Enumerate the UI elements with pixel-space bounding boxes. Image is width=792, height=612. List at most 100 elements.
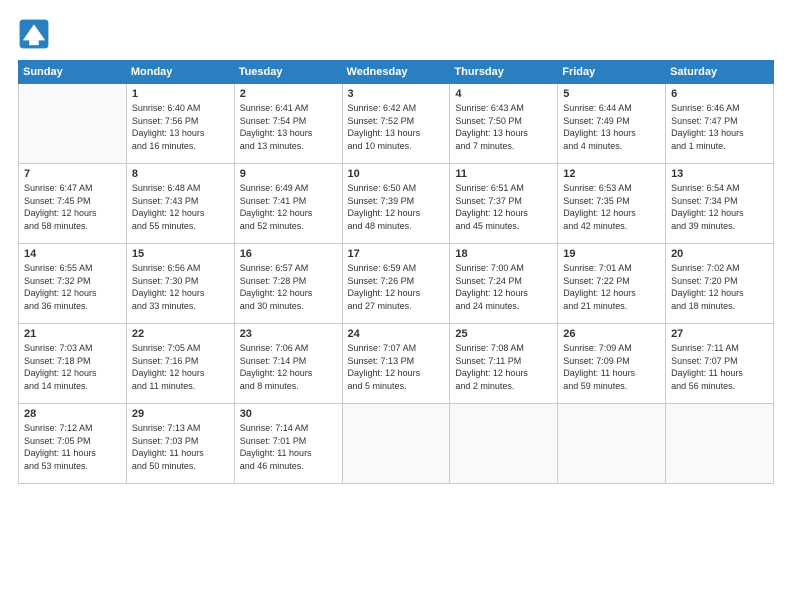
- day-number: 23: [240, 328, 337, 340]
- day-info: Sunrise: 6:50 AM Sunset: 7:39 PM Dayligh…: [348, 182, 445, 232]
- day-info: Sunrise: 6:46 AM Sunset: 7:47 PM Dayligh…: [671, 102, 768, 152]
- day-info: Sunrise: 7:14 AM Sunset: 7:01 PM Dayligh…: [240, 422, 337, 472]
- calendar-cell: 26 Sunrise: 7:09 AM Sunset: 7:09 PM Dayli…: [558, 324, 666, 404]
- day-number: 22: [132, 328, 229, 340]
- day-number: 13: [671, 168, 768, 180]
- calendar-cell: 24Sunrise: 7:07 AM Sunset: 7:13 PM Dayli…: [342, 324, 450, 404]
- calendar-cell: [558, 404, 666, 484]
- weekday-header: Tuesday: [234, 61, 342, 84]
- weekday-header: Friday: [558, 61, 666, 84]
- day-info: Sunrise: 7:13 AM Sunset: 7:03 PM Dayligh…: [132, 422, 229, 472]
- logo-icon: [18, 18, 50, 50]
- day-number: 28: [24, 408, 121, 420]
- calendar-cell: 2 Sunrise: 6:41 AM Sunset: 7:54 PM Daylig…: [234, 84, 342, 164]
- day-info: Sunrise: 7:00 AM Sunset: 7:24 PM Dayligh…: [455, 262, 552, 312]
- day-info: Sunrise: 7:09 AM Sunset: 7:09 PM Dayligh…: [563, 342, 660, 392]
- day-number: 21: [24, 328, 121, 340]
- day-info: Sunrise: 6:42 AM Sunset: 7:52 PM Dayligh…: [348, 102, 445, 152]
- calendar-cell: 16Sunrise: 6:57 AM Sunset: 7:28 PM Dayli…: [234, 244, 342, 324]
- day-info: Sunrise: 7:03 AM Sunset: 7:18 PM Dayligh…: [24, 342, 121, 392]
- day-info: Sunrise: 6:59 AM Sunset: 7:26 PM Dayligh…: [348, 262, 445, 312]
- day-info: Sunrise: 7:05 AM Sunset: 7:16 PM Dayligh…: [132, 342, 229, 392]
- calendar-cell: [19, 84, 127, 164]
- calendar-cell: 11 Sunrise: 6:51 AM Sunset: 7:37 PM Dayli…: [450, 164, 558, 244]
- day-number: 2: [240, 88, 337, 100]
- page: SundayMondayTuesdayWednesdayThursdayFrid…: [0, 0, 792, 612]
- day-info: Sunrise: 7:01 AM Sunset: 7:22 PM Dayligh…: [563, 262, 660, 312]
- calendar-cell: 18Sunrise: 7:00 AM Sunset: 7:24 PM Dayli…: [450, 244, 558, 324]
- calendar-cell: [450, 404, 558, 484]
- day-number: 25: [455, 328, 552, 340]
- logo: [18, 18, 54, 50]
- day-info: Sunrise: 6:53 AM Sunset: 7:35 PM Dayligh…: [563, 182, 660, 232]
- calendar-cell: 20 Sunrise: 7:02 AM Sunset: 7:20 PM Dayli…: [666, 244, 774, 324]
- day-number: 19: [563, 248, 660, 260]
- calendar-cell: 1 Sunrise: 6:40 AM Sunset: 7:56 PM Daylig…: [126, 84, 234, 164]
- day-info: Sunrise: 6:54 AM Sunset: 7:34 PM Dayligh…: [671, 182, 768, 232]
- day-info: Sunrise: 6:40 AM Sunset: 7:56 PM Dayligh…: [132, 102, 229, 152]
- day-info: Sunrise: 7:06 AM Sunset: 7:14 PM Dayligh…: [240, 342, 337, 392]
- calendar-cell: 23 Sunrise: 7:06 AM Sunset: 7:14 PM Dayli…: [234, 324, 342, 404]
- weekday-header: Saturday: [666, 61, 774, 84]
- calendar-cell: 3 Sunrise: 6:42 AM Sunset: 7:52 PM Daylig…: [342, 84, 450, 164]
- calendar-cell: 19 Sunrise: 7:01 AM Sunset: 7:22 PM Dayli…: [558, 244, 666, 324]
- weekday-header: Monday: [126, 61, 234, 84]
- calendar-week-row: 7Sunrise: 6:47 AM Sunset: 7:45 PM Daylig…: [19, 164, 774, 244]
- day-info: Sunrise: 7:12 AM Sunset: 7:05 PM Dayligh…: [24, 422, 121, 472]
- weekday-header-row: SundayMondayTuesdayWednesdayThursdayFrid…: [19, 61, 774, 84]
- day-info: Sunrise: 7:02 AM Sunset: 7:20 PM Dayligh…: [671, 262, 768, 312]
- calendar-week-row: 28 Sunrise: 7:12 AM Sunset: 7:05 PM Dayli…: [19, 404, 774, 484]
- calendar-cell: 25 Sunrise: 7:08 AM Sunset: 7:11 PM Dayli…: [450, 324, 558, 404]
- calendar-cell: 27Sunrise: 7:11 AM Sunset: 7:07 PM Dayli…: [666, 324, 774, 404]
- day-info: Sunrise: 6:56 AM Sunset: 7:30 PM Dayligh…: [132, 262, 229, 312]
- calendar-cell: 21 Sunrise: 7:03 AM Sunset: 7:18 PM Dayli…: [19, 324, 127, 404]
- calendar-cell: 30 Sunrise: 7:14 AM Sunset: 7:01 PM Dayli…: [234, 404, 342, 484]
- calendar-cell: 12 Sunrise: 6:53 AM Sunset: 7:35 PM Dayli…: [558, 164, 666, 244]
- day-info: Sunrise: 6:51 AM Sunset: 7:37 PM Dayligh…: [455, 182, 552, 232]
- day-info: Sunrise: 6:41 AM Sunset: 7:54 PM Dayligh…: [240, 102, 337, 152]
- day-number: 10: [348, 168, 445, 180]
- day-info: Sunrise: 6:48 AM Sunset: 7:43 PM Dayligh…: [132, 182, 229, 232]
- day-number: 12: [563, 168, 660, 180]
- day-number: 11: [455, 168, 552, 180]
- calendar-cell: 10 Sunrise: 6:50 AM Sunset: 7:39 PM Dayli…: [342, 164, 450, 244]
- calendar-week-row: 21 Sunrise: 7:03 AM Sunset: 7:18 PM Dayli…: [19, 324, 774, 404]
- day-info: Sunrise: 6:55 AM Sunset: 7:32 PM Dayligh…: [24, 262, 121, 312]
- day-info: Sunrise: 6:49 AM Sunset: 7:41 PM Dayligh…: [240, 182, 337, 232]
- calendar-cell: [666, 404, 774, 484]
- day-number: 1: [132, 88, 229, 100]
- calendar-cell: 8 Sunrise: 6:48 AM Sunset: 7:43 PM Daylig…: [126, 164, 234, 244]
- calendar-cell: 22 Sunrise: 7:05 AM Sunset: 7:16 PM Dayli…: [126, 324, 234, 404]
- header: [18, 18, 774, 50]
- day-info: Sunrise: 7:08 AM Sunset: 7:11 PM Dayligh…: [455, 342, 552, 392]
- day-number: 30: [240, 408, 337, 420]
- day-number: 27: [671, 328, 768, 340]
- day-number: 20: [671, 248, 768, 260]
- day-number: 5: [563, 88, 660, 100]
- day-number: 15: [132, 248, 229, 260]
- calendar-cell: 9 Sunrise: 6:49 AM Sunset: 7:41 PM Daylig…: [234, 164, 342, 244]
- calendar-cell: 29 Sunrise: 7:13 AM Sunset: 7:03 PM Dayli…: [126, 404, 234, 484]
- calendar-cell: [342, 404, 450, 484]
- calendar-cell: 4 Sunrise: 6:43 AM Sunset: 7:50 PM Daylig…: [450, 84, 558, 164]
- day-number: 7: [24, 168, 121, 180]
- day-number: 4: [455, 88, 552, 100]
- day-number: 26: [563, 328, 660, 340]
- weekday-header: Wednesday: [342, 61, 450, 84]
- calendar-cell: 7Sunrise: 6:47 AM Sunset: 7:45 PM Daylig…: [19, 164, 127, 244]
- calendar-cell: 15 Sunrise: 6:56 AM Sunset: 7:30 PM Dayli…: [126, 244, 234, 324]
- calendar-week-row: 14Sunrise: 6:55 AM Sunset: 7:32 PM Dayli…: [19, 244, 774, 324]
- day-number: 29: [132, 408, 229, 420]
- day-number: 3: [348, 88, 445, 100]
- day-info: Sunrise: 6:44 AM Sunset: 7:49 PM Dayligh…: [563, 102, 660, 152]
- day-info: Sunrise: 6:57 AM Sunset: 7:28 PM Dayligh…: [240, 262, 337, 312]
- day-number: 8: [132, 168, 229, 180]
- calendar: SundayMondayTuesdayWednesdayThursdayFrid…: [18, 60, 774, 484]
- day-number: 17: [348, 248, 445, 260]
- day-number: 6: [671, 88, 768, 100]
- day-number: 9: [240, 168, 337, 180]
- day-info: Sunrise: 6:43 AM Sunset: 7:50 PM Dayligh…: [455, 102, 552, 152]
- weekday-header: Sunday: [19, 61, 127, 84]
- calendar-cell: 17 Sunrise: 6:59 AM Sunset: 7:26 PM Dayli…: [342, 244, 450, 324]
- weekday-header: Thursday: [450, 61, 558, 84]
